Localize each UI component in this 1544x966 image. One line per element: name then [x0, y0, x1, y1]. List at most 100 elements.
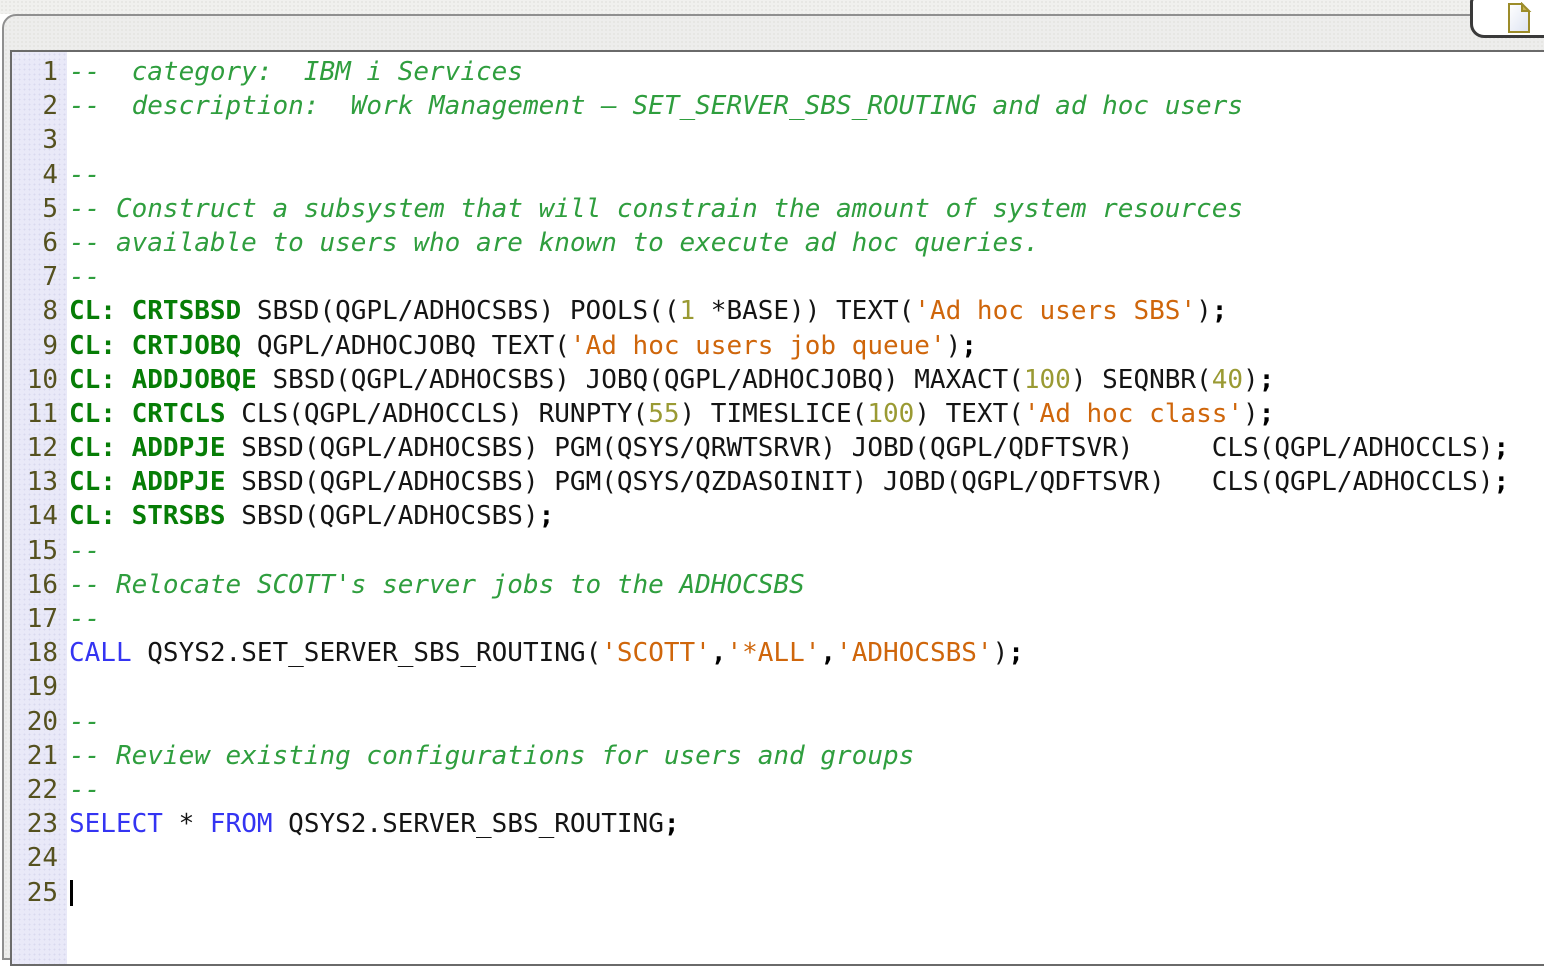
line-number: 6 [12, 226, 67, 260]
line-number: 4 [12, 158, 67, 192]
code-line-22[interactable]: -- [67, 773, 1544, 807]
code-token-comment: -- [69, 160, 100, 190]
code-line-24[interactable] [67, 841, 1544, 875]
line-number: 8 [12, 294, 67, 328]
code-token-code: * [163, 809, 210, 839]
code-token-code: SBSD(QGPL/ADHOCSBS) PGM(QSYS/QRWTSRVR) J… [226, 433, 1494, 463]
code-token-cl: CL: ADDJOBQE [69, 365, 257, 395]
code-token-semi: ; [1493, 467, 1509, 497]
code-line-11[interactable]: CL: CRTCLS CLS(QGPL/ADHOCCLS) RUNPTY(55)… [67, 397, 1544, 431]
code-token-code: QSYS2.SERVER_SBS_ROUTING [273, 809, 664, 839]
code-line-23[interactable]: SELECT * FROM QSYS2.SERVER_SBS_ROUTING; [67, 807, 1544, 841]
code-line-1[interactable]: -- category: IBM i Services [67, 55, 1544, 89]
code-token-cl: CL: CRTCLS [69, 399, 226, 429]
code-line-6[interactable]: -- available to users who are known to e… [67, 226, 1544, 260]
code-line-3[interactable] [67, 123, 1544, 157]
code-line-12[interactable]: CL: ADDPJE SBSD(QGPL/ADHOCSBS) PGM(QSYS/… [67, 431, 1544, 465]
line-number: 20 [12, 705, 67, 739]
code-token-cl: CL: STRSBS [69, 501, 226, 531]
code-token-semi: ; [1259, 365, 1275, 395]
code-column[interactable]: -- category: IBM i Services -- descriptio… [67, 52, 1544, 964]
code-line-10[interactable]: CL: ADDJOBQE SBSD(QGPL/ADHOCSBS) JOBQ(QG… [67, 363, 1544, 397]
gutter: 1234567891011121314151617181920212223242… [12, 52, 67, 964]
code-token-str: 'Ad hoc class' [1024, 399, 1243, 429]
code-token-code: *BASE)) TEXT( [695, 296, 914, 326]
code-token-semi: ; [1259, 399, 1275, 429]
code-line-5[interactable]: -- Construct a subsystem that will const… [67, 192, 1544, 226]
code-token-comment: -- Relocate SCOTT's server jobs to the A… [69, 570, 805, 600]
code-token-comment: -- [69, 536, 100, 566]
code-line-19[interactable] [67, 670, 1544, 704]
code-token-code: ) [1243, 399, 1259, 429]
line-number: 9 [12, 329, 67, 363]
line-number: 5 [12, 192, 67, 226]
text-caret [70, 880, 73, 906]
code-token-cl: CL: CRTSBSD [69, 296, 241, 326]
code-token-semi: ; [1493, 433, 1509, 463]
code-token-semi: ; [664, 809, 680, 839]
code-token-code: SBSD(QGPL/ADHOCSBS) PGM(QSYS/QZDASOINIT)… [226, 467, 1494, 497]
code-token-num: 55 [648, 399, 679, 429]
code-line-20[interactable]: -- [67, 705, 1544, 739]
line-number: 24 [12, 841, 67, 875]
code-token-semi: ; [961, 331, 977, 361]
code-token-num: 100 [867, 399, 914, 429]
script-panel: 1234567891011121314151617181920212223242… [2, 14, 1544, 960]
code-line-16[interactable]: -- Relocate SCOTT's server jobs to the A… [67, 568, 1544, 602]
code-line-9[interactable]: CL: CRTJOBQ QGPL/ADHOCJOBQ TEXT('Ad hoc … [67, 329, 1544, 363]
code-token-semi: ; [1212, 296, 1228, 326]
line-number: 3 [12, 123, 67, 157]
code-token-code: ) [946, 331, 962, 361]
sql-editor[interactable]: 1234567891011121314151617181920212223242… [10, 50, 1544, 966]
editor-tab[interactable] [1470, 0, 1544, 38]
code-line-14[interactable]: CL: STRSBS SBSD(QGPL/ADHOCSBS); [67, 499, 1544, 533]
line-number: 7 [12, 260, 67, 294]
code-token-code: ) SEQNBR( [1071, 365, 1212, 395]
code-token-comment: -- available to users who are known to e… [69, 228, 1040, 258]
panel-header [4, 16, 1544, 50]
code-token-comment: -- [69, 775, 100, 805]
code-token-code: ) TEXT( [914, 399, 1024, 429]
code-token-comment: -- Review existing configurations for us… [69, 741, 914, 771]
line-number: 14 [12, 499, 67, 533]
code-token-code: ) TIMESLICE( [680, 399, 868, 429]
code-token-num: 1 [679, 296, 695, 326]
code-line-13[interactable]: CL: ADDPJE SBSD(QGPL/ADHOCSBS) PGM(QSYS/… [67, 465, 1544, 499]
line-number: 12 [12, 431, 67, 465]
line-number: 15 [12, 534, 67, 568]
code-line-18[interactable]: CALL QSYS2.SET_SERVER_SBS_ROUTING('SCOTT… [67, 636, 1544, 670]
code-token-str: 'SCOTT' [601, 638, 711, 668]
code-line-17[interactable]: -- [67, 602, 1544, 636]
code-line-2[interactable]: -- description: Work Management – SET_SE… [67, 89, 1544, 123]
line-number: 21 [12, 739, 67, 773]
code-token-semi: , [711, 638, 727, 668]
code-token-comment: -- category: IBM i Services [69, 57, 523, 87]
code-line-25[interactable] [67, 876, 1544, 910]
code-line-8[interactable]: CL: CRTSBSD SBSD(QGPL/ADHOCSBS) POOLS((1… [67, 294, 1544, 328]
line-number: 17 [12, 602, 67, 636]
line-number: 10 [12, 363, 67, 397]
code-line-4[interactable]: -- [67, 158, 1544, 192]
line-number: 1 [12, 55, 67, 89]
code-token-cl: CL: CRTJOBQ [69, 331, 241, 361]
code-token-code: QGPL/ADHOCJOBQ TEXT( [241, 331, 570, 361]
code-token-kw: CALL [69, 638, 132, 668]
document-icon [1506, 2, 1532, 34]
code-line-21[interactable]: -- Review existing configurations for us… [67, 739, 1544, 773]
code-token-comment: -- [69, 262, 100, 292]
code-token-comment: -- Construct a subsystem that will const… [69, 194, 1243, 224]
code-token-semi: , [820, 638, 836, 668]
code-token-semi: ; [1008, 638, 1024, 668]
line-number: 2 [12, 89, 67, 123]
code-token-kw: FROM [210, 809, 273, 839]
code-token-code: ) [993, 638, 1009, 668]
code-token-code: SBSD(QGPL/ADHOCSBS) [226, 501, 539, 531]
code-line-7[interactable]: -- [67, 260, 1544, 294]
code-token-comment: -- [69, 604, 100, 634]
code-token-kw: SELECT [69, 809, 163, 839]
code-token-comment: -- description: Work Management – SET_SE… [69, 91, 1243, 121]
code-line-15[interactable]: -- [67, 534, 1544, 568]
code-token-semi: ; [539, 501, 555, 531]
window-top-strip [0, 0, 1544, 14]
line-number: 11 [12, 397, 67, 431]
